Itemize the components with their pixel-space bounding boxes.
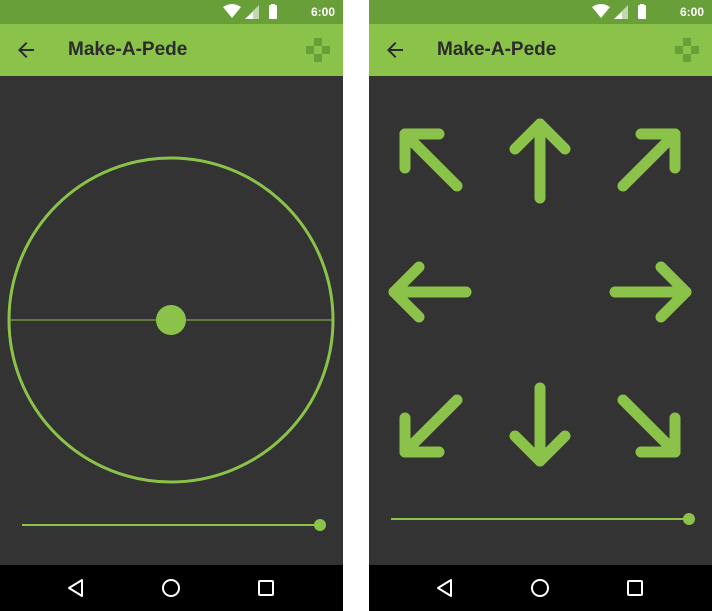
arrow-back-icon[interactable] <box>14 38 38 62</box>
status-bar: 6:00 <box>369 0 712 24</box>
dpad-screen: 6:00 Make-A-Pede <box>369 0 712 611</box>
app-title: Make-A-Pede <box>437 39 557 60</box>
nav-back-icon[interactable] <box>64 576 88 600</box>
dpad-up-left-arrow-icon[interactable] <box>399 128 463 192</box>
nav-recents-icon[interactable] <box>254 576 278 600</box>
navigation-bar <box>0 565 343 611</box>
speed-slider[interactable] <box>391 513 695 525</box>
joystick-screen: 6:00 Make-A-Pede <box>0 0 343 611</box>
status-time: 6:00 <box>679 5 704 19</box>
battery-icon <box>638 5 646 19</box>
nav-recents-icon[interactable] <box>623 576 647 600</box>
speed-slider-thumb[interactable] <box>683 513 695 525</box>
joystick-thumb[interactable] <box>156 305 186 335</box>
nav-back-icon[interactable] <box>433 576 457 600</box>
status-icons <box>592 4 646 19</box>
app-bar: Make-A-Pede <box>0 24 343 76</box>
app-title: Make-A-Pede <box>68 39 188 60</box>
nav-home-icon[interactable] <box>528 576 552 600</box>
speed-slider[interactable] <box>22 519 326 531</box>
gamepad-icon[interactable] <box>674 37 700 63</box>
battery-icon <box>269 5 277 19</box>
dpad-down-arrow-icon[interactable] <box>509 382 571 467</box>
dpad-up-right-arrow-icon[interactable] <box>617 128 681 192</box>
navigation-bar <box>369 565 712 611</box>
dpad-left-arrow-icon[interactable] <box>388 261 472 323</box>
dpad-down-right-arrow-icon[interactable] <box>617 394 681 458</box>
dpad-up-arrow-icon[interactable] <box>509 118 571 204</box>
wifi-icon <box>592 4 610 18</box>
nav-home-icon[interactable] <box>159 576 183 600</box>
wifi-icon <box>223 4 241 18</box>
app-bar: Make-A-Pede <box>369 24 712 76</box>
dpad-down-left-arrow-icon[interactable] <box>399 394 463 458</box>
dpad-right-arrow-icon[interactable] <box>609 261 692 323</box>
status-bar: 6:00 <box>0 0 343 24</box>
status-icons <box>223 4 277 19</box>
dpad-area <box>369 76 712 565</box>
gamepad-icon[interactable] <box>305 37 331 63</box>
joystick-area <box>0 76 343 565</box>
speed-slider-thumb[interactable] <box>314 519 326 531</box>
arrow-back-icon[interactable] <box>383 38 407 62</box>
status-time: 6:00 <box>310 5 335 19</box>
